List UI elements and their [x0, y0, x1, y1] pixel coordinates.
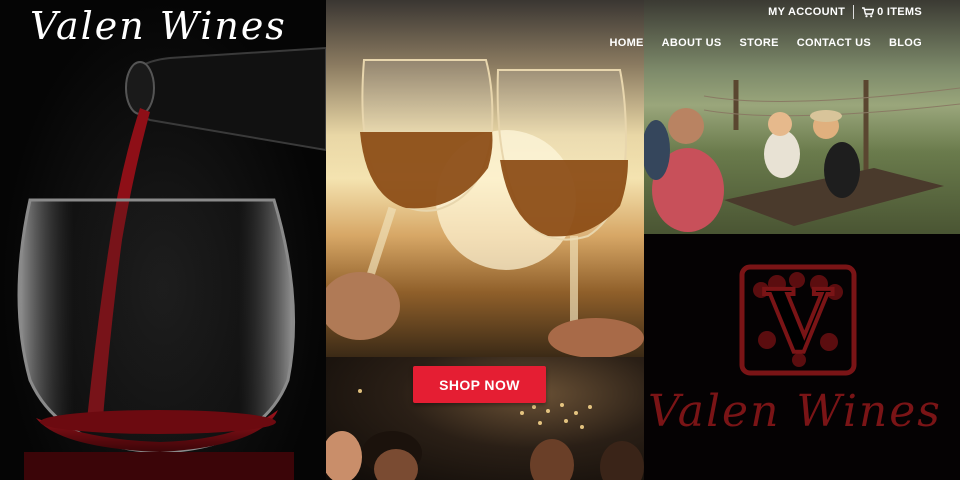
main-menu: HOME ABOUT US STORE CONTACT US BLOG: [609, 37, 922, 49]
cart-icon: [862, 6, 875, 17]
cart-link[interactable]: 0 ITEMS: [862, 6, 922, 18]
nav-about-us[interactable]: ABOUT US: [662, 37, 722, 49]
utility-bar: MY ACCOUNT 0 ITEMS: [609, 0, 922, 24]
utility-divider: [853, 5, 855, 19]
cart-count-label: 0 ITEMS: [877, 6, 922, 18]
nav-contact-us[interactable]: CONTACT US: [797, 37, 871, 49]
two-wine-glasses-illustration: [326, 59, 644, 357]
brand-logo[interactable]: Valen Wines: [30, 4, 287, 48]
wine-pour-photo: [0, 0, 326, 480]
nav-home[interactable]: HOME: [609, 37, 643, 49]
my-account-link[interactable]: MY ACCOUNT: [768, 6, 845, 18]
nav-store[interactable]: STORE: [740, 37, 779, 49]
v-emblem-logo: V: [739, 264, 857, 376]
top-navigation: MY ACCOUNT 0 ITEMS HOME ABOUT US STORE C…: [609, 0, 922, 49]
toast-sunset-photo: [326, 0, 644, 357]
emblem-letter: V: [764, 272, 833, 373]
wine-glass-illustration: [17, 46, 326, 480]
emblem-script-wordmark: Valen Wines: [648, 386, 942, 437]
shop-now-button[interactable]: SHOP NOW: [413, 366, 546, 403]
nav-blog[interactable]: BLOG: [889, 37, 922, 49]
